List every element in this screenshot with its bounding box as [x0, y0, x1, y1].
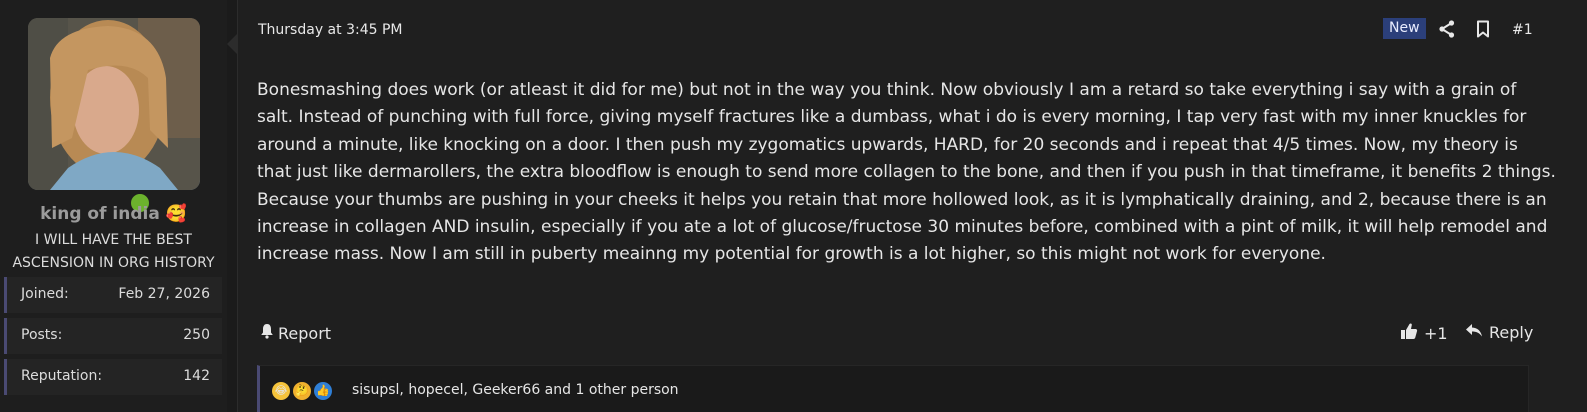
stat-posts: Posts: 250: [4, 318, 222, 354]
username-emoji: 🥰: [165, 204, 187, 224]
stat-reputation: Reputation: 142: [4, 359, 222, 395]
report-label: Report: [278, 323, 332, 343]
user-panel: king of india 🥰 I WILL HAVE THE BEST ASC…: [0, 0, 227, 412]
post-number[interactable]: #1: [1512, 22, 1533, 38]
username-text[interactable]: king of india: [40, 204, 160, 224]
reaction-names[interactable]: sisupsl, hopecel, Geeker66 and 1 other p…: [352, 382, 679, 398]
post-body: Bonesmashing does work (or atleast it di…: [257, 80, 1556, 265]
thumbs-up-icon: [1400, 322, 1418, 344]
reply-label: Reply: [1489, 322, 1534, 342]
post: Thursday at 3:45 PM New #1 Bonesmashing …: [237, 0, 1587, 412]
username[interactable]: king of india 🥰: [0, 204, 227, 224]
report-button[interactable]: Report: [260, 323, 331, 343]
stat-key: Joined:: [21, 286, 69, 302]
stat-key: Reputation:: [21, 368, 103, 384]
new-badge: New: [1383, 18, 1426, 39]
avatar-wrap: [28, 18, 200, 214]
like-label: +1: [1424, 323, 1448, 343]
user-title-line2: ASCENSION IN ORG HISTORY: [12, 255, 215, 271]
laughing-reaction-icon: 😂: [272, 382, 290, 400]
share-icon[interactable]: [1439, 20, 1455, 42]
like-button[interactable]: +1: [1400, 322, 1448, 344]
stat-value: 142: [183, 368, 210, 384]
stat-value: 250: [183, 327, 210, 343]
reaction-emojis: 😂 🤔 👍: [272, 382, 332, 400]
bell-icon: [260, 323, 274, 343]
user-title: I WILL HAVE THE BEST ASCENSION IN ORG HI…: [6, 229, 221, 275]
post-pointer-arrow: [227, 34, 237, 54]
avatar[interactable]: [28, 18, 200, 190]
reactions-bar[interactable]: 😂 🤔 👍 sisupsl, hopecel, Geeker66 and 1 o…: [257, 365, 1529, 412]
post-date[interactable]: Thursday at 3:45 PM: [258, 22, 402, 38]
reply-icon: [1465, 322, 1483, 342]
stat-key: Posts:: [21, 327, 63, 343]
like-reaction-icon: 👍: [314, 382, 332, 400]
stat-value: Feb 27, 2026: [118, 286, 210, 302]
thinking-reaction-icon: 🤔: [293, 382, 311, 400]
user-title-line1: I WILL HAVE THE BEST: [35, 232, 192, 248]
reply-button[interactable]: Reply: [1465, 322, 1533, 342]
avatar-image: [28, 18, 200, 190]
bookmark-icon[interactable]: [1476, 20, 1490, 42]
stat-joined: Joined: Feb 27, 2026: [4, 277, 222, 313]
